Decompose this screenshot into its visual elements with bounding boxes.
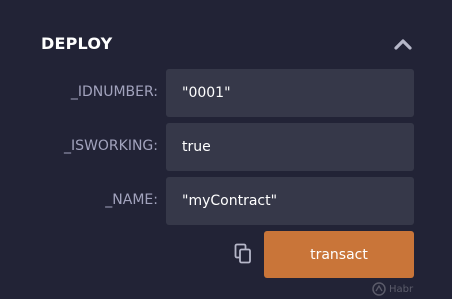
- idnumber-value: "0001": [182, 85, 231, 101]
- chevron-up-icon[interactable]: [393, 36, 413, 52]
- copy-icon[interactable]: [233, 243, 253, 265]
- name-input[interactable]: "myContract": [166, 177, 414, 225]
- deploy-title: DEPLOY: [41, 34, 113, 53]
- name-label: _NAME:: [105, 192, 158, 208]
- watermark-text: Habr: [389, 283, 414, 295]
- isworking-label: _ISWORKING:: [64, 138, 158, 154]
- name-value: "myContract": [182, 193, 278, 209]
- watermark: Habr: [372, 280, 442, 298]
- isworking-value: true: [182, 139, 211, 155]
- transact-button[interactable]: transact: [264, 231, 414, 278]
- deploy-panel: DEPLOY _IDNUMBER: "0001" _ISWORKING: tru…: [0, 0, 452, 299]
- transact-label: transact: [310, 246, 368, 263]
- idnumber-input[interactable]: "0001": [166, 69, 414, 117]
- idnumber-label: _IDNUMBER:: [70, 84, 158, 100]
- watermark-logo-icon: [372, 282, 386, 296]
- isworking-input[interactable]: true: [166, 123, 414, 171]
